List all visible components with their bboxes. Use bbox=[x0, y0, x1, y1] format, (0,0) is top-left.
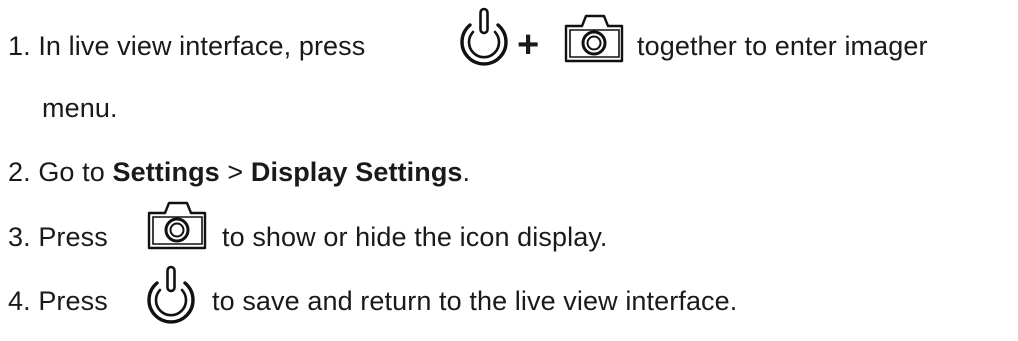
power-icon bbox=[454, 7, 514, 71]
step-2-text-before: Go to bbox=[38, 157, 105, 187]
settings-menu-label: Settings bbox=[112, 157, 220, 187]
power-icon bbox=[141, 265, 201, 329]
step-4: 4. Press bbox=[8, 284, 108, 318]
camera-icon bbox=[563, 13, 625, 63]
instruction-list: 1. In live view interface, press + toget… bbox=[0, 0, 1018, 341]
step-1-continuation: menu. bbox=[42, 93, 118, 123]
plus-sign: + bbox=[517, 24, 540, 66]
step-2-end: . bbox=[462, 157, 471, 187]
step-3-text-before: Press bbox=[38, 222, 108, 252]
step-1: 1. In live view interface, press bbox=[8, 29, 365, 63]
camera-icon bbox=[146, 200, 208, 250]
step-3-number: 3. bbox=[8, 222, 31, 252]
step-2-number: 2. bbox=[8, 157, 31, 187]
breadcrumb-separator: > bbox=[227, 157, 244, 187]
step-1-text-before: In live view interface, press bbox=[38, 31, 366, 61]
step-4-number: 4. bbox=[8, 286, 31, 316]
step-2: 2. Go to Settings > Display Settings. bbox=[8, 155, 470, 189]
step-3-text-after: to show or hide the icon display. bbox=[222, 222, 608, 252]
step-3: 3. Press bbox=[8, 220, 108, 254]
step-4-text-after: to save and return to the live view inte… bbox=[212, 286, 738, 316]
step-1-number: 1. bbox=[8, 31, 31, 61]
step-4-text-before: Press bbox=[38, 286, 108, 316]
display-settings-label: Display Settings bbox=[250, 157, 463, 187]
step-1-text-after: together to enter imager bbox=[637, 31, 928, 61]
